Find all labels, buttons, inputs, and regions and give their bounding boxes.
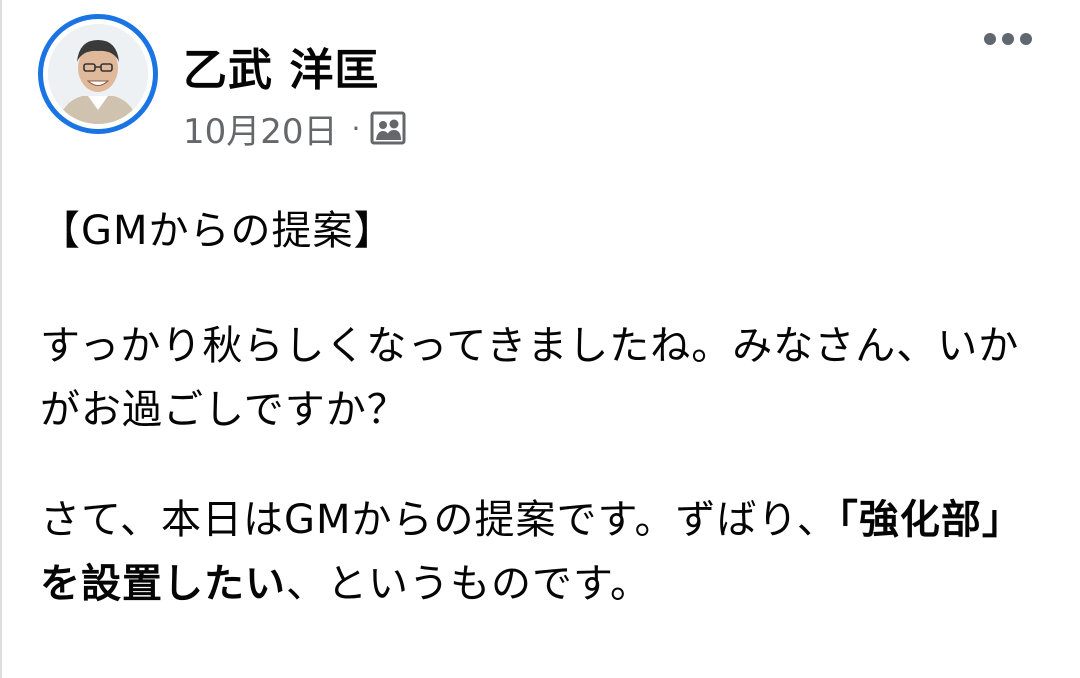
paragraph-2-lead: さて、本日はGMからの提案です。ずばり、 bbox=[40, 497, 838, 543]
dot bbox=[1020, 33, 1032, 45]
post-date[interactable]: 10月20日 bbox=[183, 104, 338, 153]
friends-photo-icon[interactable] bbox=[370, 110, 406, 146]
avatar-photo bbox=[48, 24, 148, 124]
avatar-person-icon bbox=[48, 24, 148, 124]
post-meta: 10月20日 · bbox=[183, 108, 406, 152]
author-name[interactable]: 乙武 洋匡 bbox=[183, 34, 379, 98]
post-card: 乙武 洋匡 10月20日 · 【GMからの提案】 すっかり秋らしくなってきました… bbox=[0, 0, 1080, 678]
post-paragraph-2: さて、本日はGMからの提案です。ずばり、「強化部」を設置したい、というものです。 bbox=[40, 488, 1050, 616]
dot bbox=[1002, 33, 1014, 45]
paragraph-2-tail: 、というものです。 bbox=[286, 561, 651, 607]
card-border bbox=[0, 0, 2, 678]
post-header: 乙武 洋匡 10月20日 · bbox=[38, 14, 1038, 154]
more-dots-icon[interactable] bbox=[978, 24, 1038, 54]
meta-separator: · bbox=[351, 111, 361, 145]
post-paragraph-1: すっかり秋らしくなってきましたね。みなさん、いかがお過ごしですか？ bbox=[40, 323, 1020, 433]
post-heading: 【GMからの提案】 bbox=[40, 208, 395, 254]
dot bbox=[984, 33, 996, 45]
author-avatar[interactable] bbox=[38, 14, 158, 134]
post-body: 【GMからの提案】 すっかり秋らしくなってきましたね。みなさん、いかがお過ごしで… bbox=[40, 196, 1050, 662]
